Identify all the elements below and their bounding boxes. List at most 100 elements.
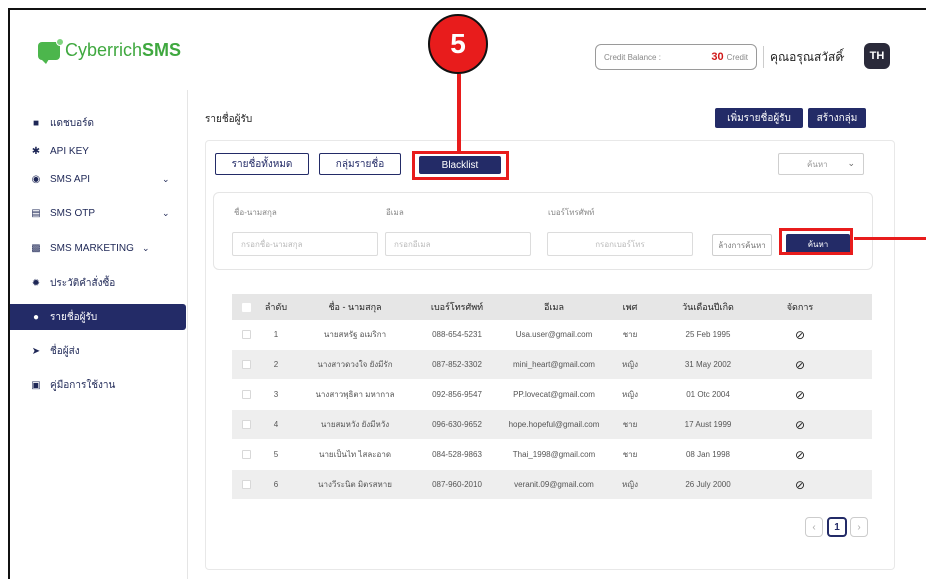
credit-value: 30 [711, 51, 724, 63]
cell-phone: 092-856-9547 [432, 390, 482, 399]
header-divider [763, 46, 764, 68]
sidebar-item-sms-marketing[interactable]: ▩ SMS MARKETING ⌄ [10, 235, 188, 261]
table-row: 1 นายสหรัฐ อเมริกา 088-654-5231 Usa.user@gm… [232, 320, 872, 349]
tab-all-contacts[interactable]: รายชื่อทั้งหมด [215, 153, 309, 175]
history-icon: ✹ [31, 277, 41, 289]
col-index: ลำดับ [264, 302, 288, 312]
row-checkbox[interactable] [238, 410, 254, 439]
sidebar-item-sms-otp[interactable]: ▤ SMS OTP ⌄ [10, 200, 188, 226]
cell-index: 2 [273, 360, 279, 369]
sidebar-item-manual[interactable]: ▣ คู่มือการใช้งาน [10, 372, 188, 398]
row-checkbox[interactable] [238, 350, 254, 379]
clear-search-button[interactable]: ล้างการค้นหา [712, 234, 772, 256]
block-icon[interactable]: ⊘ [770, 470, 830, 499]
globe-icon: ◉ [31, 173, 41, 185]
table-header-row: ลำดับ ชื่อ - นามสกุล เบอร์โทรศัพท์ อีเมล… [232, 294, 872, 320]
name-filter-input[interactable]: กรอกชื่อ-นามสกุล [232, 232, 378, 256]
cell-phone: 087-960-2010 [432, 480, 482, 489]
avatar[interactable]: TH [864, 43, 890, 69]
next-page-button[interactable]: › [850, 517, 868, 537]
contacts-icon: ● [32, 311, 40, 323]
cell-email: mini_heart@gmail.com [513, 360, 595, 369]
cell-gender: หญิง [622, 360, 638, 369]
col-actions: จัดการ [786, 302, 814, 312]
step-callout: 5 [428, 14, 488, 74]
brand-logo[interactable]: CyberrichSMS [38, 37, 182, 64]
cell-email: hope.hopeful@gmail.com [508, 420, 600, 429]
tab-contact-groups[interactable]: กลุ่มรายชื่อ [319, 153, 401, 175]
row-checkbox[interactable] [238, 380, 254, 409]
app-window: CyberrichSMS Credit Balance : 30 Credit … [8, 8, 926, 579]
cell-birthdate: 31 May 2002 [684, 360, 732, 369]
table-row: 6 นางวีระนิต มิตรสหาย 087-960-2010 veranit.… [232, 470, 872, 499]
create-group-button[interactable]: สร้างกลุ่ม [808, 108, 866, 128]
cell-phone: 084-528-9863 [432, 450, 482, 459]
marketing-icon: ▩ [31, 242, 41, 254]
block-icon[interactable]: ⊘ [770, 440, 830, 469]
row-checkbox[interactable] [238, 320, 254, 349]
cell-index: 6 [273, 480, 279, 489]
col-phone: เบอร์โทรศัพท์ [430, 302, 484, 312]
logo-text: CyberrichSMS [65, 40, 182, 60]
cell-gender: หญิง [622, 390, 638, 399]
cell-name: นายเป็นไท ไสละอาด [318, 450, 392, 459]
chevron-down-icon[interactable]: ⌄ [142, 243, 150, 254]
chevron-down-icon: ⌄ [847, 158, 855, 168]
sidebar-item-recipients[interactable]: ● รายชื่อผู้รับ [10, 304, 186, 330]
row-checkbox[interactable] [238, 470, 254, 499]
block-icon[interactable]: ⊘ [770, 350, 830, 379]
search-select[interactable]: ค้นหา ⌄ [778, 153, 864, 175]
search-select-value: ค้นหา [807, 159, 828, 169]
cell-birthdate: 26 July 2000 [685, 480, 731, 489]
cell-index: 1 [273, 330, 279, 339]
key-icon: ✱ [31, 145, 41, 157]
sidebar-item-order-history[interactable]: ✹ ประวัติคำสั่งซื้อ [10, 270, 188, 296]
table-row: 5 นายเป็นไท ไสละอาด 084-528-9863 Thai_1998@… [232, 440, 872, 469]
phone-filter-input[interactable]: กรอกเบอร์โทร [547, 232, 693, 256]
user-name[interactable]: คุณอรุณสวัสดิ์ [770, 48, 843, 67]
table-row: 2 นางสาวดวงใจ ยังมีรัก 087-852-3302 mini_he… [232, 350, 872, 379]
table-row: 3 นางสาวพุธิตา มหากาล 092-856-9547 PP.lovec… [232, 380, 872, 409]
page-1-button[interactable]: 1 [827, 517, 847, 537]
sidebar-item-api-key[interactable]: ✱ API KEY [10, 138, 188, 164]
select-all-checkbox[interactable] [238, 294, 254, 320]
email-filter-input[interactable]: กรอกอีเมล [385, 232, 531, 256]
cell-name: นางวีระนิต มิตรสหาย [318, 480, 392, 489]
cell-birthdate: 08 Jan 1998 [685, 450, 731, 459]
sidebar-item-sender-name[interactable]: ➤ ชื่อผู้ส่ง [10, 338, 188, 364]
sidebar-item-label: คู่มือการใช้งาน [50, 379, 116, 391]
cell-gender: หญิง [622, 480, 638, 489]
col-gender: เพศ [622, 302, 638, 312]
sidebar-item-sms-api[interactable]: ◉ SMS API ⌄ [10, 166, 188, 192]
credit-label: Credit Balance : [604, 52, 661, 62]
chevron-down-icon[interactable]: ⌄ [838, 50, 846, 61]
block-icon[interactable]: ⊘ [770, 380, 830, 409]
sidebar-item-label: ประวัติคำสั่งซื้อ [50, 277, 116, 289]
chevron-down-icon[interactable]: ⌄ [162, 208, 170, 219]
cell-index: 3 [273, 390, 279, 399]
block-icon[interactable]: ⊘ [770, 320, 830, 349]
add-recipient-button[interactable]: เพิ่มรายชื่อผู้รับ [715, 108, 803, 128]
prev-page-button[interactable]: ‹ [805, 517, 823, 537]
cell-gender: ชาย [622, 420, 638, 429]
sidebar-item-label: ชื่อผู้ส่ง [50, 345, 80, 357]
sidebar-item-label: SMS API [50, 173, 91, 185]
cell-phone: 087-852-3302 [432, 360, 482, 369]
page-title: รายชื่อผู้รับ [205, 114, 253, 125]
cell-index: 4 [273, 420, 279, 429]
phone-filter-label: เบอร์โทรศัพท์ [548, 208, 595, 217]
chevron-down-icon[interactable]: ⌄ [162, 174, 170, 185]
cell-birthdate: 01 Otc 2004 [686, 390, 730, 399]
sidebar-item-label: แดชบอร์ด [50, 117, 94, 129]
cell-birthdate: 25 Feb 1995 [685, 330, 731, 339]
block-icon[interactable]: ⊘ [770, 410, 830, 439]
cell-name: นางสาวดวงใจ ยังมีรัก [317, 360, 393, 369]
table-row: 4 นายสมหวัง ยังมีหวัง 096-630-9652 hope.hop… [232, 410, 872, 439]
dashboard-icon: ■ [32, 117, 40, 129]
sidebar-item-dashboard[interactable]: ■ แดชบอร์ด [10, 110, 188, 136]
sidebar-item-label: SMS OTP [50, 207, 96, 219]
callout-pointer-line [457, 74, 461, 154]
row-checkbox[interactable] [238, 440, 254, 469]
email-filter-label: อีเมล [386, 208, 404, 217]
col-email: อีเมล [544, 302, 564, 312]
